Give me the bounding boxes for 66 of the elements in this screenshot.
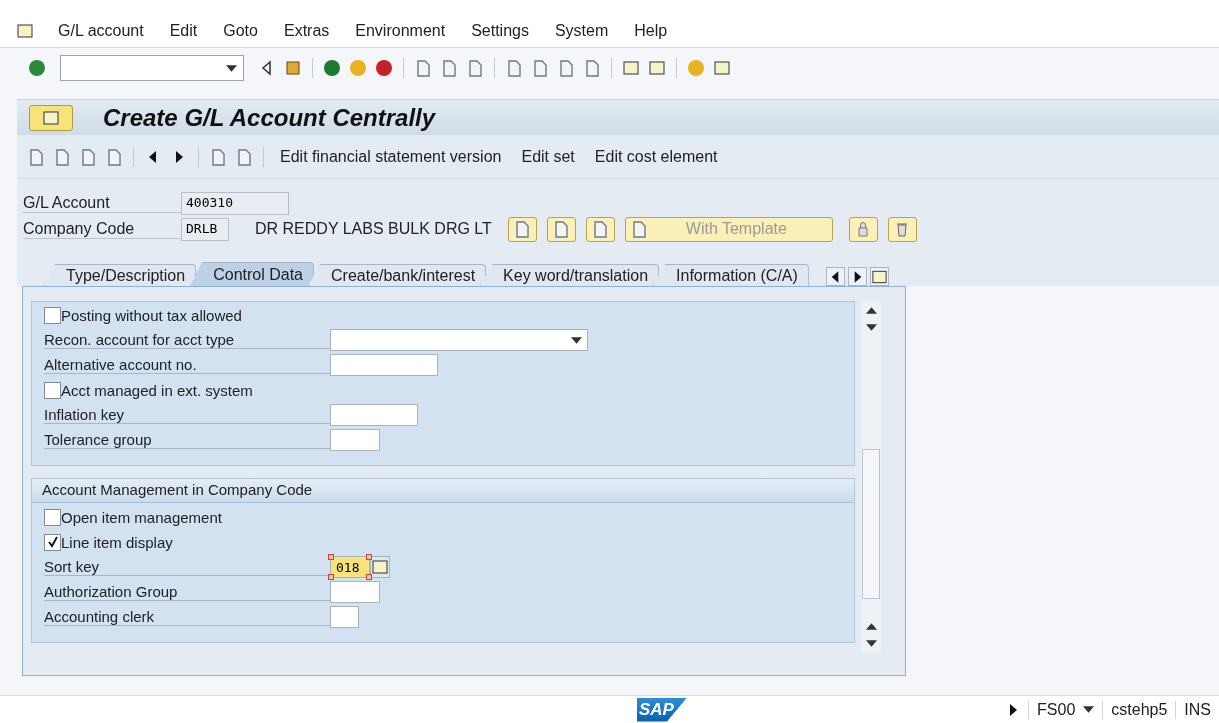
command-field[interactable]	[60, 55, 244, 81]
checkbox-label: Posting without tax allowed	[61, 306, 242, 324]
tab-list-button[interactable]	[869, 267, 889, 286]
field-label: Authorization Group	[44, 583, 330, 601]
menu-item[interactable]: System	[554, 21, 609, 40]
tab[interactable]: Type/Description	[43, 264, 197, 286]
caret-icon	[1083, 706, 1095, 713]
dropdown-caret-icon	[571, 336, 582, 344]
scrollbar[interactable]	[861, 301, 881, 653]
field-label: Tolerance group	[44, 431, 330, 449]
menu-item[interactable]: Environment	[355, 21, 446, 40]
menu-item[interactable]: Extras	[283, 21, 330, 40]
company-name: DR REDDY LABS BULK DRG LT	[255, 220, 492, 238]
lock-button[interactable]	[848, 216, 878, 242]
toolbar-button[interactable]: Edit cost element	[588, 147, 724, 166]
input-field[interactable]	[330, 606, 359, 628]
toolbar-button[interactable]: Edit set	[515, 147, 581, 166]
readonly-field: 400310	[181, 191, 289, 215]
delete-button[interactable]	[887, 216, 917, 242]
checkbox[interactable]	[44, 381, 61, 399]
up-icon	[865, 623, 877, 630]
menu-item[interactable]: Edit	[169, 21, 198, 40]
menu-item[interactable]: Settings	[471, 21, 529, 40]
logo: SAP	[637, 697, 687, 722]
field-label: Alternative account no.	[44, 356, 330, 374]
readonly-field: DRLB	[181, 217, 229, 241]
input-field[interactable]	[330, 354, 438, 376]
tab[interactable]: Create/bank/interest	[308, 264, 487, 286]
system-name: cstehp5	[1102, 700, 1176, 719]
dropdown-caret-icon	[226, 64, 237, 72]
screen-title: Create G/L Account Centrally	[103, 103, 436, 132]
input-field[interactable]	[330, 404, 418, 426]
input-field[interactable]	[330, 429, 380, 451]
create-button[interactable]	[585, 216, 615, 242]
tab[interactable]: Key word/translation	[480, 264, 660, 286]
menu-item[interactable]: Help	[634, 21, 668, 40]
down-icon	[865, 324, 877, 331]
transaction-code[interactable]: FS00	[1028, 700, 1103, 719]
glasses-button[interactable]	[507, 216, 537, 242]
menu-item[interactable]: Goto	[223, 21, 258, 40]
input-mode: INS	[1175, 700, 1219, 719]
input-field[interactable]: 018	[330, 556, 370, 578]
down-icon	[865, 640, 877, 647]
checkbox[interactable]	[44, 508, 61, 526]
edit-button[interactable]	[546, 216, 576, 242]
toolbar-button[interactable]: Edit financial statement version	[274, 147, 508, 166]
field-label: Accounting clerk	[44, 608, 330, 626]
field-label: Sort key	[44, 558, 330, 576]
checkbox-label: Acct managed in ext. system	[61, 381, 253, 399]
checkbox[interactable]	[44, 533, 61, 551]
checkbox[interactable]	[44, 306, 61, 324]
menu-button[interactable]	[29, 104, 73, 131]
scroll-right-button[interactable]	[847, 267, 867, 286]
up-icon	[865, 307, 877, 314]
tab[interactable]: Control Data	[190, 262, 314, 286]
checkbox-label: Line item display	[61, 533, 173, 551]
input-field[interactable]	[330, 581, 380, 603]
menu-item[interactable]: G/L account	[58, 21, 144, 40]
page-icon	[591, 220, 610, 238]
section-title: Account Management in Company Code	[32, 479, 854, 503]
checkbox-label: Open item management	[61, 508, 222, 526]
dropdown-field[interactable]	[330, 329, 588, 351]
tab[interactable]: Information (C/A)	[653, 264, 809, 286]
field-label: Recon. account for acct type	[44, 331, 330, 349]
field-label: Inflation key	[44, 406, 330, 424]
scroll-left-button[interactable]	[825, 267, 845, 286]
